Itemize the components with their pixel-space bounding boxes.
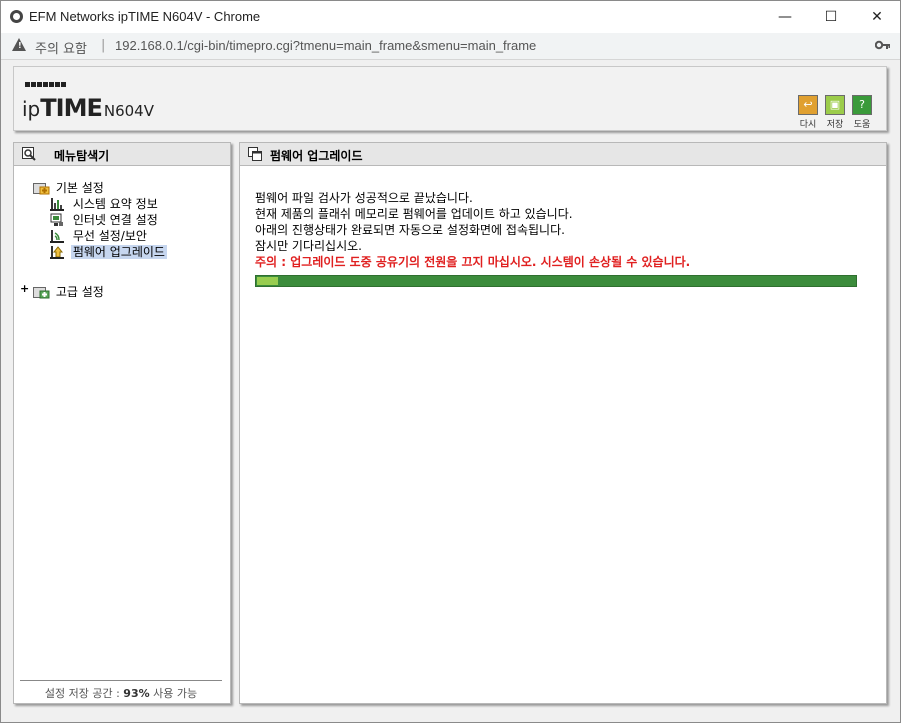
router-header: ipTIME N604V ↩ 다시 ▣ 저장 ? 도움 [13,66,887,131]
key-icon[interactable] [874,39,891,54]
menu-internet-setup[interactable]: 인터넷 연결 설정 [50,211,160,228]
monitor-icon [50,213,64,226]
undo-icon: ↩ [798,95,818,115]
minimize-button[interactable]: — [762,1,808,33]
logo-dots [25,77,69,87]
maximize-button[interactable]: ☐ [808,1,854,33]
menu-wireless-setup[interactable]: 무선 설정/보안 [50,227,149,244]
magnifier-icon [22,147,36,161]
browser-window: EFM Networks ipTIME N604V - Chrome — ☐ ✕… [0,0,901,723]
close-button[interactable]: ✕ [854,1,900,33]
main-panel-header: 펌웨어 업그레이드 [240,143,886,166]
security-label[interactable]: 주의 요함 [35,38,87,57]
message-line: 잠시만 기다리십시오. [255,239,362,253]
menu-explorer-header: 메뉴탐색기 [14,143,230,166]
title-bar: EFM Networks ipTIME N604V - Chrome — ☐ ✕ [1,1,900,33]
expand-advanced-toggle[interactable]: + [20,282,29,295]
menu-system-summary[interactable]: 시스템 요약 정보 [50,195,160,212]
address-separator: | [101,38,106,53]
message-line: 아래의 진행상태가 완료되면 자동으로 설정화면에 접속됩니다. [255,223,565,237]
tree-group-advanced[interactable]: 고급 설정 [33,283,106,300]
tree-group-basic[interactable]: 기본 설정 [33,179,106,196]
page-content: ipTIME N604V ↩ 다시 ▣ 저장 ? 도움 메뉴탐색기 기본 설정 … [1,60,900,722]
power-warning: 주의 : 업그레이드 도중 공유기의 전원을 끄지 마십시오. 시스템이 손상될… [255,255,691,269]
help-button[interactable]: ? 도움 [850,95,874,130]
window-title: EFM Networks ipTIME N604V - Chrome [29,9,261,24]
page-title: 펌웨어 업그레이드 [270,149,363,163]
message-line: 펌웨어 파일 검사가 성공적으로 끝났습니다. [255,191,473,205]
save-icon: ▣ [825,95,845,115]
menu-firmware-upgrade[interactable]: 펌웨어 업그레이드 [50,243,167,260]
storage-percent: 93% [123,687,150,700]
folder-open-icon [33,181,50,195]
folder-icon [33,285,50,299]
undo-button[interactable]: ↩ 다시 [796,95,820,130]
upgrade-progress-bar [255,275,857,287]
iptime-logo: ipTIME N604V [22,94,154,122]
main-panel: 펌웨어 업그레이드 펌웨어 파일 검사가 성공적으로 끝났습니다. 현재 제품의… [239,142,887,704]
progress-fill [257,277,278,285]
window-icon [248,147,262,161]
model-name: N604V [103,102,154,120]
wireless-icon [50,229,64,243]
url-text[interactable]: 192.168.0.1/cgi-bin/timepro.cgi?tmenu=ma… [115,38,536,53]
bar-chart-icon [50,197,64,211]
upgrade-icon [50,245,64,259]
help-icon: ? [852,95,872,115]
upgrade-messages: 펌웨어 파일 검사가 성공적으로 끝났습니다. 현재 제품의 플래쉬 메모리로 … [255,190,875,270]
storage-status: 설정 저장 공간 : 93% 사용 가능 [20,680,222,701]
address-bar: ! 주의 요함 | 192.168.0.1/cgi-bin/timepro.cg… [1,33,900,60]
menu-explorer-title: 메뉴탐색기 [54,149,110,163]
chrome-icon [10,10,23,23]
warning-icon[interactable]: ! [12,38,26,51]
menu-explorer: 메뉴탐색기 기본 설정 시스템 요약 정보 인터넷 연결 설정 무선 설정/보안… [13,142,231,704]
message-line: 현재 제품의 플래쉬 메모리로 펌웨어를 업데이트 하고 있습니다. [255,207,573,221]
save-button[interactable]: ▣ 저장 [823,95,847,130]
